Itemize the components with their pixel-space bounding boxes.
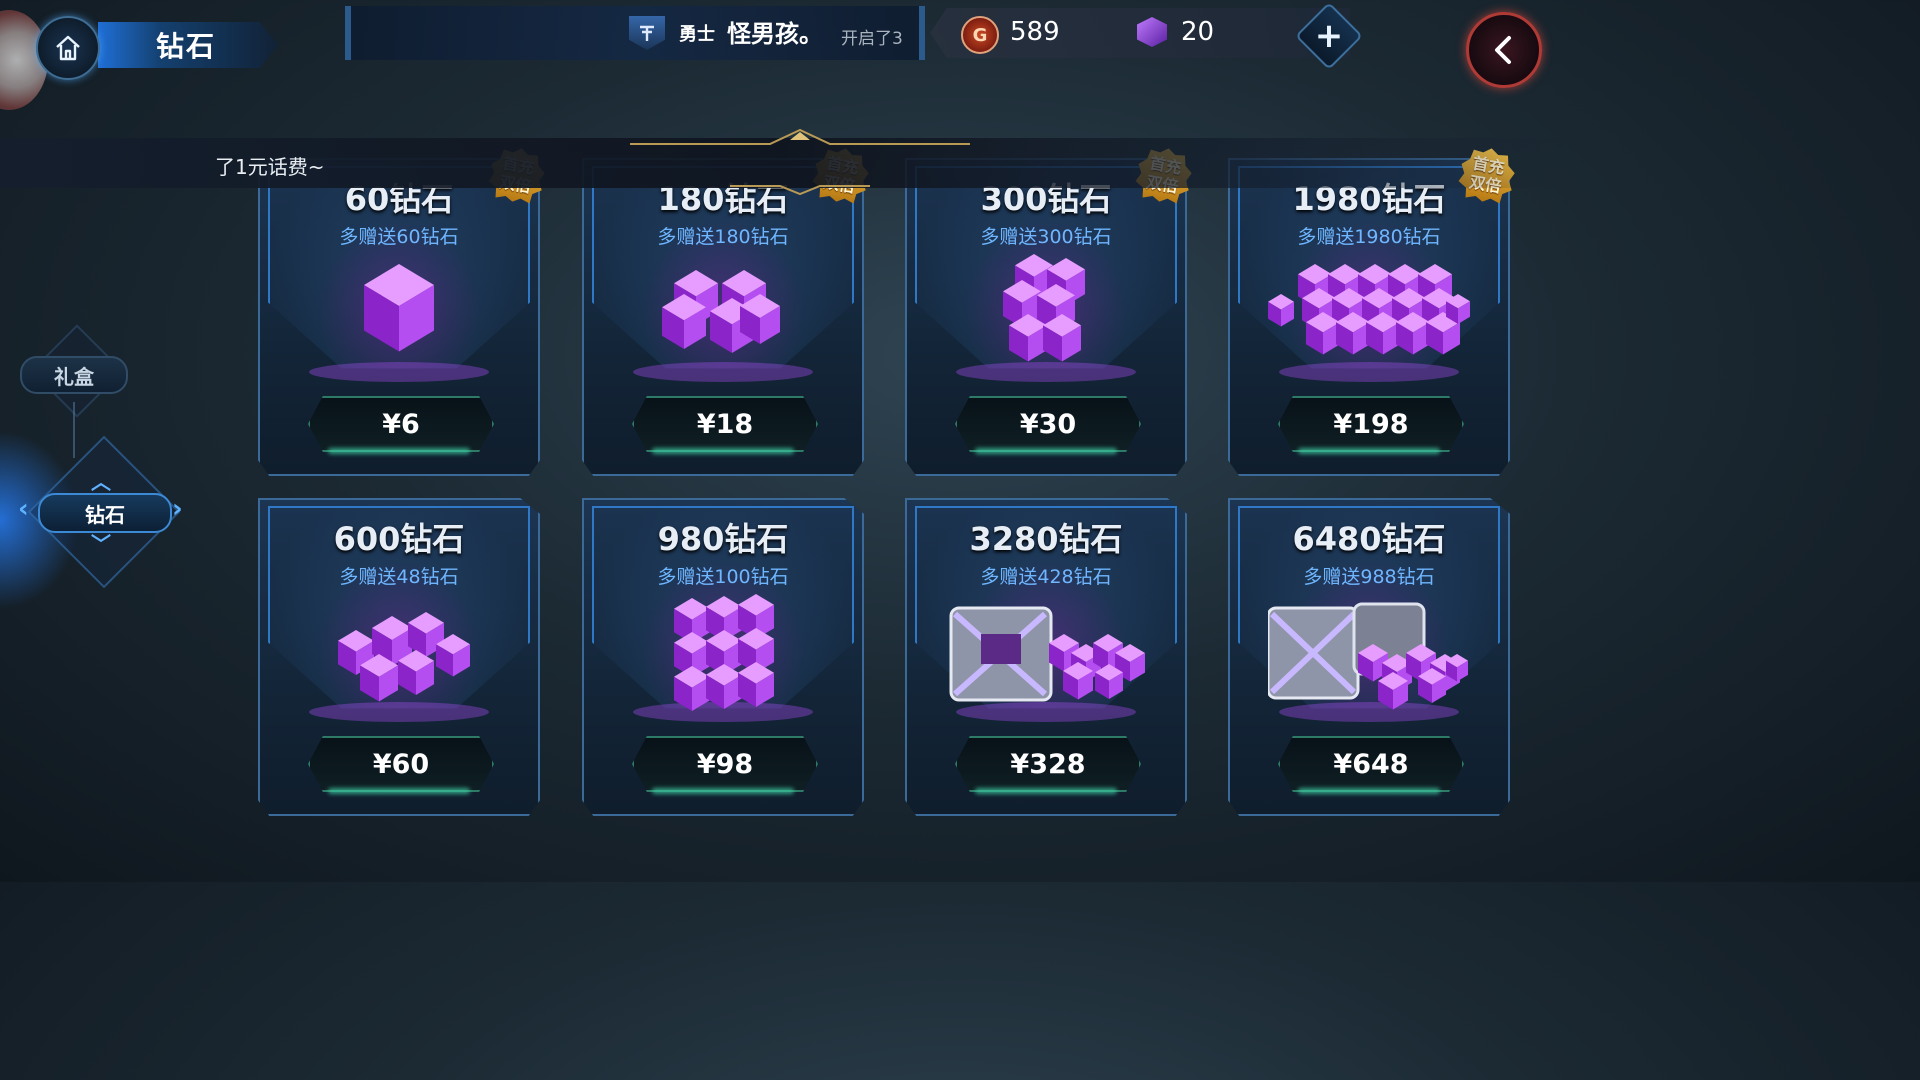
- product-card[interactable]: 3280钻石 多赠送428钻石 ¥328: [905, 498, 1187, 816]
- product-card[interactable]: 6480钻石 多赠送988钻石 ¥648: [1228, 498, 1510, 816]
- buy-price-button[interactable]: ¥30: [955, 396, 1141, 452]
- product-name: 980钻石: [657, 520, 789, 558]
- gold-amount: 589: [1010, 17, 1060, 47]
- back-arrow-icon: [1495, 36, 1511, 64]
- gold-coin-icon: G: [961, 16, 999, 54]
- buy-price-button[interactable]: ¥648: [1278, 736, 1464, 792]
- buy-price-button[interactable]: ¥18: [632, 396, 818, 452]
- diamond-art-icon: [633, 594, 813, 722]
- product-name: 3280钻石: [969, 520, 1123, 558]
- page-title-bar: 钻石: [98, 22, 278, 68]
- plus-icon: +: [1314, 16, 1344, 56]
- product-bonus: 多赠送300钻石: [980, 226, 1112, 248]
- price-glow: [975, 788, 1117, 794]
- price-glow: [328, 788, 470, 794]
- broadcast-prefix: 勇士: [679, 24, 715, 45]
- product-card[interactable]: 300钻石 多赠送300钻石 ¥30 首充双倍: [905, 158, 1187, 476]
- price-glow: [328, 448, 470, 454]
- page-title: 钻石: [156, 30, 217, 63]
- broadcast-suffix: 开启了3: [841, 29, 903, 49]
- price-glow: [975, 448, 1117, 454]
- product-card[interactable]: 600钻石 多赠送48钻石 ¥60: [258, 498, 540, 816]
- diamond-art-icon: [633, 270, 813, 382]
- price-glow: [1298, 448, 1440, 454]
- chevron-left-icon: ‹: [18, 494, 29, 524]
- sidebar-item-gift[interactable]: 礼盒: [20, 356, 128, 394]
- product-name: 6480钻石: [1292, 520, 1446, 558]
- buy-price-button[interactable]: ¥328: [955, 736, 1141, 792]
- broadcast-player-name: 怪男孩。: [727, 20, 823, 48]
- product-bonus: 多赠送1980钻石: [1297, 226, 1441, 248]
- notice-ornament: [630, 128, 970, 196]
- product-card[interactable]: 60钻石 多赠送60钻石 ¥6 首充双倍: [258, 158, 540, 476]
- product-card[interactable]: 980钻石 多赠送100钻石 ¥98: [582, 498, 864, 816]
- sidebar-connector: [73, 402, 75, 458]
- price-glow: [1298, 788, 1440, 794]
- product-bonus: 多赠送100钻石: [657, 566, 789, 588]
- warrior-emblem-icon: [629, 16, 665, 50]
- diamond-art-icon: [309, 264, 489, 382]
- chevron-down-icon: ﹀: [91, 532, 111, 556]
- product-bonus: 多赠送60钻石: [339, 226, 459, 248]
- product-bonus: 多赠送180钻石: [657, 226, 789, 248]
- diamond-art-icon: [949, 606, 1145, 722]
- notice-text: 了1元话费~: [215, 155, 325, 179]
- gem-amount: 20: [1181, 17, 1215, 47]
- product-card[interactable]: 1980钻石 多赠送1980钻石 ¥198: [1228, 158, 1510, 476]
- buy-price-button[interactable]: ¥198: [1278, 396, 1464, 452]
- product-bonus: 多赠送48钻石: [339, 566, 459, 588]
- buy-price-button[interactable]: ¥6: [308, 396, 494, 452]
- price-glow: [652, 448, 794, 454]
- diamond-art-icon: [1268, 602, 1468, 722]
- diamond-art-icon: [956, 254, 1136, 382]
- product-name: 600钻石: [333, 520, 465, 558]
- back-button[interactable]: [1466, 12, 1542, 88]
- buy-price-button[interactable]: ¥60: [308, 736, 494, 792]
- chevron-right-icon: ›: [172, 494, 183, 524]
- home-icon: [56, 35, 80, 61]
- price-glow: [652, 788, 794, 794]
- diamond-art-icon: [309, 612, 489, 722]
- buy-price-button[interactable]: ¥98: [632, 736, 818, 792]
- chevron-up-icon: ︿: [91, 470, 111, 494]
- product-card[interactable]: 180钻石 多赠送180钻石 ¥18 首充双倍: [582, 158, 864, 476]
- sidebar-item-diamond[interactable]: 钻石: [38, 493, 172, 533]
- product-bonus: 多赠送428钻石: [980, 566, 1112, 588]
- product-bonus: 多赠送988钻石: [1303, 566, 1435, 588]
- broadcast-banner: 勇士 怪男孩。 开启了3: [345, 6, 925, 60]
- home-button[interactable]: [36, 16, 100, 80]
- diamond-art-icon: [1268, 264, 1470, 382]
